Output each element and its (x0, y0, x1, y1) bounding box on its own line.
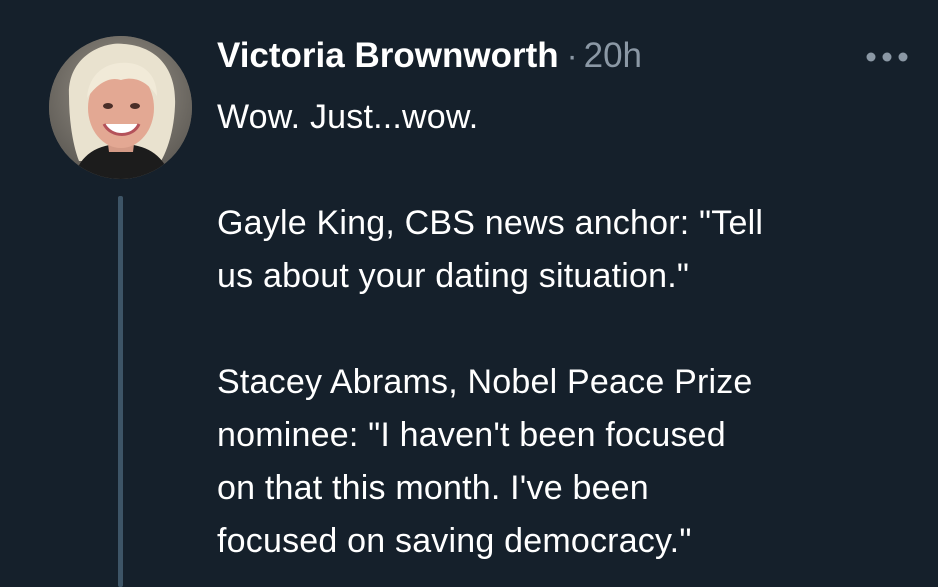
tweet-text-line: us about your dating situation." (217, 257, 690, 295)
author-display-name[interactable]: Victoria Brownworth (217, 36, 559, 76)
tweet-text-line: nominee: "I haven't been focused (217, 416, 726, 454)
tweet-text: Wow. Just...wow. Gayle King, CBS news an… (217, 91, 917, 568)
tweet-header: Victoria Brownworth · 20h (217, 33, 642, 79)
tweet-timestamp[interactable]: 20h (584, 36, 642, 76)
tweet-text-line: Gayle King, CBS news anchor: "Tell (217, 204, 764, 242)
header-separator: · (566, 37, 578, 74)
tweet-text-line: focused on saving democracy." (217, 522, 692, 560)
more-horizontal-icon (866, 52, 908, 62)
tweet-text-line: on that this month. I've been (217, 469, 649, 507)
author-avatar[interactable] (49, 36, 192, 179)
avatar-photo (49, 36, 192, 179)
tweet-text-line: Wow. Just...wow. (217, 98, 479, 136)
tweet-text-line: Stacey Abrams, Nobel Peace Prize (217, 363, 753, 401)
more-options-button[interactable] (857, 42, 917, 72)
tweet: Victoria Brownworth · 20h Wow. Just...wo… (0, 0, 938, 587)
thread-connector-line (118, 196, 123, 587)
